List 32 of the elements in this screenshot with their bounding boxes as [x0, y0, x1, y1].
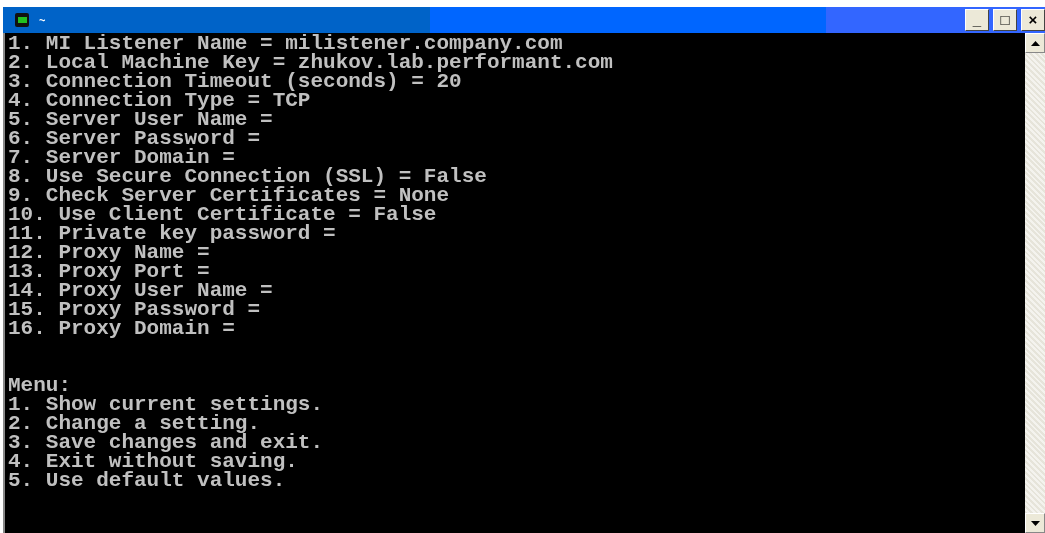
- setting-line: 14. Proxy User Name =: [8, 281, 273, 300]
- menu-option: 2. Change a setting.: [8, 414, 261, 433]
- setting-line: 15. Proxy Password =: [8, 300, 261, 319]
- menu-option: 1. Show current settings.: [8, 395, 324, 414]
- scroll-up-button[interactable]: [1025, 33, 1045, 53]
- scrollbar[interactable]: [1025, 33, 1045, 533]
- setting-line: 6. Server Password =: [8, 129, 261, 148]
- up-arrow-icon: [1030, 40, 1040, 46]
- setting-line: 7. Server Domain =: [8, 148, 235, 167]
- minimize-button[interactable]: _: [965, 9, 989, 31]
- down-arrow-icon: [1030, 520, 1040, 526]
- menu-option: 3. Save changes and exit.: [8, 433, 324, 452]
- menu-option: 5. Use default values.: [8, 471, 286, 490]
- window-title: ~: [39, 14, 46, 26]
- setting-line: 5. Server User Name =: [8, 110, 273, 129]
- setting-line: 3. Connection Timeout (seconds) = 20: [8, 72, 462, 91]
- setting-line: 2. Local Machine Key = zhukov.lab.performant.com: [8, 53, 613, 72]
- setting-line: 10. Use Client Certificate = False: [8, 205, 437, 224]
- scroll-down-button[interactable]: [1025, 513, 1045, 533]
- setting-line: 1. MI Listener Name = milistener.company.com: [8, 34, 563, 53]
- setting-line: 16. Proxy Domain =: [8, 319, 235, 338]
- setting-line: 9. Check Server Certificates = None: [8, 186, 450, 205]
- setting-line: 8. Use Secure Connection (SSL) = False: [8, 167, 487, 186]
- maximize-button[interactable]: □: [993, 9, 1017, 31]
- setting-line: 12. Proxy Name =: [8, 243, 210, 262]
- setting-line: 13. Proxy Port =: [8, 262, 210, 281]
- menu-heading: Menu:: [8, 376, 71, 395]
- console-icon: [15, 13, 29, 27]
- setting-line: 11. Private key password =: [8, 224, 336, 243]
- setting-line: 4. Connection Type = TCP: [8, 91, 311, 110]
- close-button[interactable]: ×: [1021, 9, 1045, 31]
- menu-option: 4. Exit without saving.: [8, 452, 298, 471]
